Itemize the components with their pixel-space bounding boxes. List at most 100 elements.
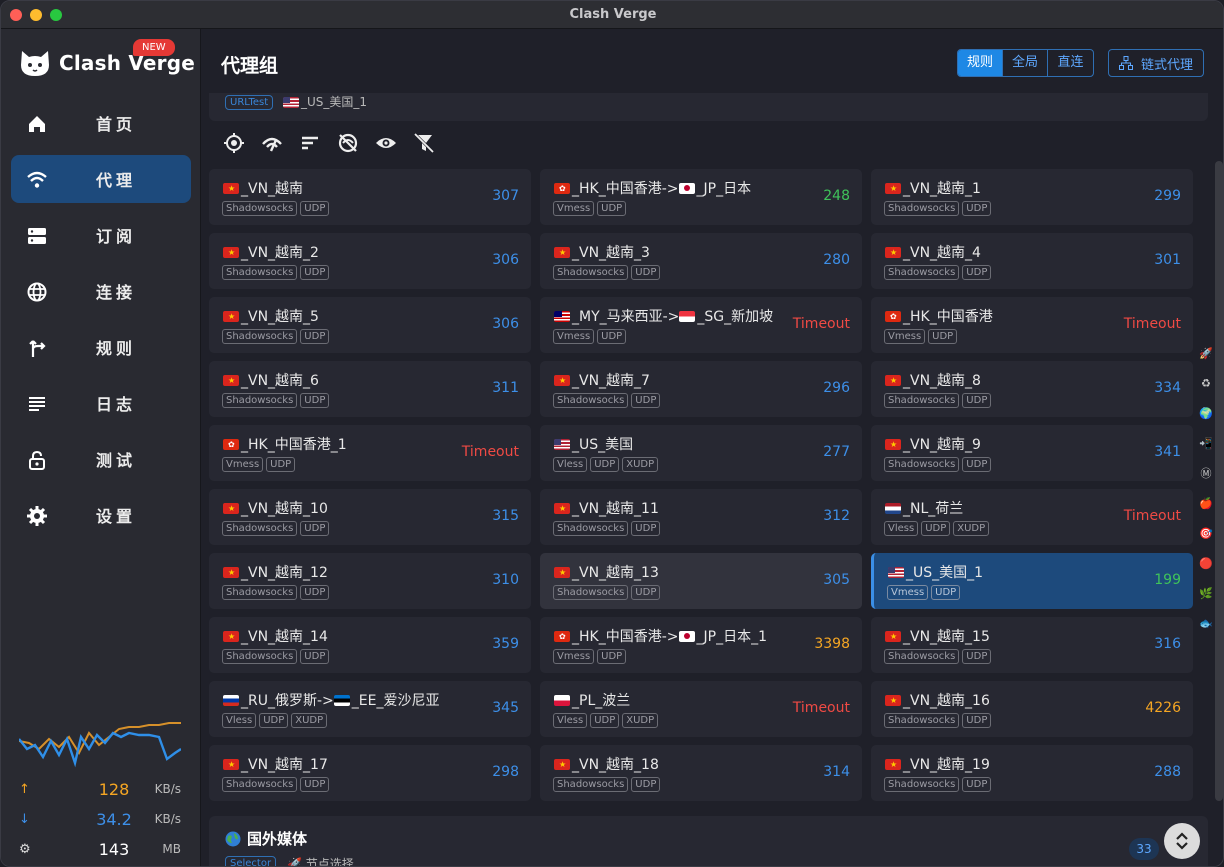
- proxy-delay[interactable]: 248: [823, 188, 850, 204]
- proxy-delay[interactable]: 341: [1154, 444, 1181, 460]
- proxy-card[interactable]: ✿ _HK_中国香港 Vmess UDP Timeout: [871, 297, 1193, 353]
- zoom-window-button[interactable]: [50, 9, 62, 21]
- proxy-card[interactable]: ★ _VN_越南_18 Shadowsocks UDP 314: [540, 745, 862, 801]
- red-dot-icon[interactable]: 🔴: [1196, 549, 1216, 579]
- proxy-delay[interactable]: 312: [823, 508, 850, 524]
- sidebar-item-rules[interactable]: 规则: [11, 323, 191, 371]
- proxy-card[interactable]: ★ _VN_越南_19 Shadowsocks UDP 288: [871, 745, 1193, 801]
- mode-global-button[interactable]: 全局: [1003, 50, 1048, 76]
- proxy-card[interactable]: ★ _VN_越南_14 Shadowsocks UDP 359: [209, 617, 531, 673]
- proxy-card[interactable]: _US_美国_1 Vmess UDP 199: [871, 553, 1193, 609]
- proxy-title: ✿ _HK_中国香港-> _JP_日本_1: [554, 626, 767, 646]
- sidebar-item-proxy[interactable]: 代理: [11, 155, 191, 203]
- proxy-delay[interactable]: 298: [492, 764, 519, 780]
- proxy-delay[interactable]: 301: [1154, 252, 1181, 268]
- globe-icon[interactable]: 🌍: [1196, 399, 1216, 429]
- proxy-card[interactable]: ★ _VN_越南_2 Shadowsocks UDP 306: [209, 233, 531, 289]
- at-icon[interactable]: Ⓜ: [1196, 459, 1216, 489]
- memory-unit: MB: [162, 842, 181, 856]
- proxy-card[interactable]: ★ _VN_越南_9 Shadowsocks UDP 341: [871, 425, 1193, 481]
- proxy-card[interactable]: ★ _VN_越南_13 Shadowsocks UDP 305: [540, 553, 862, 609]
- proxy-delay[interactable]: 334: [1154, 380, 1181, 396]
- funnel-off-icon[interactable]: [413, 131, 451, 155]
- fish-icon[interactable]: 🐟: [1196, 609, 1216, 639]
- sidebar-item-logs[interactable]: 日志: [11, 379, 191, 427]
- proxy-delay[interactable]: 280: [823, 252, 850, 268]
- proxy-delay[interactable]: 316: [1154, 636, 1181, 652]
- minimize-window-button[interactable]: [30, 9, 42, 21]
- proxy-delay[interactable]: 315: [492, 508, 519, 524]
- proxy-card[interactable]: _RU_俄罗斯-> _EE_爱沙尼亚 Vless UDP XUDP 345: [209, 681, 531, 737]
- proxy-card[interactable]: ✿ _HK_中国香港-> _JP_日本_1 Vmess UDP 3398: [540, 617, 862, 673]
- sidebar-item-profiles[interactable]: 订阅: [11, 211, 191, 259]
- proxy-card[interactable]: _PL_波兰 Vless UDP XUDP Timeout: [540, 681, 862, 737]
- proxy-delay[interactable]: 288: [1154, 764, 1181, 780]
- proxy-delay[interactable]: 199: [1154, 572, 1181, 588]
- proxy-delay[interactable]: Timeout: [1124, 508, 1181, 524]
- proxy-delay[interactable]: Timeout: [462, 444, 519, 460]
- proxy-delay[interactable]: 299: [1154, 188, 1181, 204]
- recycle-icon[interactable]: ♻: [1196, 369, 1216, 399]
- proxy-tags: Shadowsocks UDP: [553, 521, 663, 536]
- sidebar-item-settings[interactable]: 设置: [11, 491, 191, 539]
- proxy-card[interactable]: ★ _VN_越南_8 Shadowsocks UDP 334: [871, 361, 1193, 417]
- apple-icon[interactable]: 🍎: [1196, 489, 1216, 519]
- rocket-icon[interactable]: 🚀: [1196, 339, 1216, 369]
- proxy-card[interactable]: ★ _VN_越南_3 Shadowsocks UDP 280: [540, 233, 862, 289]
- proxy-delay[interactable]: 306: [492, 316, 519, 332]
- proxy-card[interactable]: _NL_荷兰 Vless UDP XUDP Timeout: [871, 489, 1193, 545]
- proxy-delay[interactable]: 345: [492, 700, 519, 716]
- sidebar-item-test[interactable]: 测试: [11, 435, 191, 483]
- proxy-card[interactable]: ✿ _HK_中国香港_1 Vmess UDP Timeout: [209, 425, 531, 481]
- phone-icon[interactable]: 📲: [1196, 429, 1216, 459]
- proxy-delay[interactable]: 277: [823, 444, 850, 460]
- close-window-button[interactable]: [10, 9, 22, 21]
- sidebar-item-connections[interactable]: 连接: [11, 267, 191, 315]
- filter-off-icon[interactable]: [337, 131, 375, 155]
- proxy-delay[interactable]: Timeout: [1124, 316, 1181, 332]
- scrollbar[interactable]: [1215, 161, 1223, 801]
- leaf-icon[interactable]: 🌿: [1196, 579, 1216, 609]
- proxy-delay[interactable]: 306: [492, 252, 519, 268]
- proxy-card[interactable]: _MY_马来西亚-> _SG_新加坡 Vmess UDP Timeout: [540, 297, 862, 353]
- proxy-card[interactable]: ★ _VN_越南_1 Shadowsocks UDP 299: [871, 169, 1193, 225]
- proxy-card[interactable]: ★ _VN_越南_10 Shadowsocks UDP 315: [209, 489, 531, 545]
- proxy-card[interactable]: ★ _VN_越南_4 Shadowsocks UDP 301: [871, 233, 1193, 289]
- proxy-delay[interactable]: 4226: [1145, 700, 1181, 716]
- speed-test-icon[interactable]: [261, 131, 299, 155]
- chain-proxy-button[interactable]: 链式代理: [1108, 49, 1204, 77]
- proxy-delay[interactable]: 296: [823, 380, 850, 396]
- mode-direct-button[interactable]: 直连: [1048, 50, 1093, 76]
- proxy-delay[interactable]: 314: [823, 764, 850, 780]
- proxy-delay[interactable]: Timeout: [793, 316, 850, 332]
- proxy-delay[interactable]: 311: [492, 380, 519, 396]
- proxy-card[interactable]: _US_美国 Vless UDP XUDP 277: [540, 425, 862, 481]
- proxy-card[interactable]: ★ _VN_越南 Shadowsocks UDP 307: [209, 169, 531, 225]
- proxy-delay[interactable]: 359: [492, 636, 519, 652]
- proxy-delay[interactable]: 305: [823, 572, 850, 588]
- proxy-card[interactable]: ★ _VN_越南_17 Shadowsocks UDP 298: [209, 745, 531, 801]
- proxy-card[interactable]: ★ _VN_越南_12 Shadowsocks UDP 310: [209, 553, 531, 609]
- proxy-delay[interactable]: 307: [492, 188, 519, 204]
- proxy-delay[interactable]: 310: [492, 572, 519, 588]
- proxy-card[interactable]: ★ _VN_越南_15 Shadowsocks UDP 316: [871, 617, 1193, 673]
- eye-icon[interactable]: [375, 131, 413, 155]
- proxy-card[interactable]: ★ _VN_越南_6 Shadowsocks UDP 311: [209, 361, 531, 417]
- proxy-delay[interactable]: Timeout: [793, 700, 850, 716]
- next-proxy-group[interactable]: 国外媒体 Selector 🚀 节点选择 33: [209, 816, 1208, 866]
- sidebar-item-home[interactable]: 首页: [11, 99, 191, 147]
- sort-icon[interactable]: [299, 131, 337, 155]
- proxy-card[interactable]: ★ _VN_越南_16 Shadowsocks UDP 4226: [871, 681, 1193, 737]
- proxy-delay[interactable]: 3398: [814, 636, 850, 652]
- proxy-name: _VN_越南_12: [241, 565, 328, 581]
- locate-icon[interactable]: [223, 131, 261, 155]
- proxy-card[interactable]: ★ _VN_越南_7 Shadowsocks UDP 296: [540, 361, 862, 417]
- mode-rule-button[interactable]: 规则: [958, 50, 1003, 76]
- target-icon[interactable]: 🎯: [1196, 519, 1216, 549]
- proxy-name: _VN_越南_10: [241, 501, 328, 517]
- proxy-card[interactable]: ✿ _HK_中国香港-> _JP_日本 Vmess UDP 248: [540, 169, 862, 225]
- scroll-top-button[interactable]: [1164, 823, 1200, 859]
- proxy-card[interactable]: ★ _VN_越南_11 Shadowsocks UDP 312: [540, 489, 862, 545]
- current-group-strip[interactable]: URLTest _US_美国_1: [209, 93, 1208, 121]
- proxy-card[interactable]: ★ _VN_越南_5 Shadowsocks UDP 306: [209, 297, 531, 353]
